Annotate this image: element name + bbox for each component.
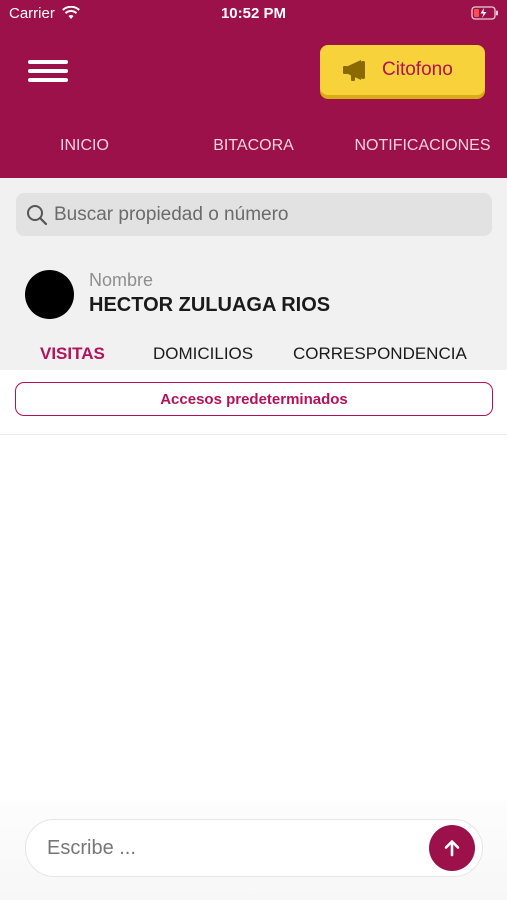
search-icon bbox=[27, 204, 48, 225]
app-header: Carrier 10:52 PM Citofono INICIO BITACOR… bbox=[0, 0, 507, 178]
citofono-label: Citofono bbox=[382, 59, 453, 80]
tab-inicio[interactable]: INICIO bbox=[0, 130, 169, 162]
search-profile-panel: Nombre HECTOR ZULUAGA RIOS VISITAS DOMIC… bbox=[0, 178, 507, 370]
divider bbox=[0, 434, 507, 435]
search-box[interactable] bbox=[16, 193, 492, 236]
send-button[interactable] bbox=[429, 825, 475, 871]
tab-notificaciones[interactable]: NOTIFICACIONES bbox=[338, 130, 507, 162]
profile-name: HECTOR ZULUAGA RIOS bbox=[89, 294, 331, 316]
status-bar: Carrier 10:52 PM bbox=[0, 0, 507, 28]
message-box[interactable] bbox=[25, 819, 483, 877]
clock: 10:52 PM bbox=[220, 5, 287, 22]
menu-icon[interactable] bbox=[28, 60, 68, 82]
sub-tabs: VISITAS DOMICILIOS CORRESPONDENCIA bbox=[0, 342, 507, 370]
tab-bitacora[interactable]: BITACORA bbox=[169, 130, 338, 162]
arrow-up-icon bbox=[444, 840, 460, 857]
main-nav-tabs: INICIO BITACORA NOTIFICACIONES bbox=[0, 130, 507, 162]
citofono-button[interactable]: Citofono bbox=[320, 45, 485, 95]
megaphone-icon bbox=[343, 60, 365, 81]
tab-visitas[interactable]: VISITAS bbox=[40, 342, 105, 366]
search-input[interactable] bbox=[54, 203, 492, 226]
profile-label: Nombre bbox=[89, 270, 154, 290]
message-input[interactable] bbox=[47, 836, 429, 860]
accesos-predeterminados-button[interactable]: Accesos predeterminados bbox=[15, 382, 493, 416]
avatar bbox=[25, 270, 74, 319]
message-composer bbox=[0, 800, 507, 900]
battery-icon bbox=[471, 6, 498, 20]
tab-domicilios[interactable]: DOMICILIOS bbox=[153, 342, 253, 366]
tab-correspondencia[interactable]: CORRESPONDENCIA bbox=[293, 342, 467, 366]
